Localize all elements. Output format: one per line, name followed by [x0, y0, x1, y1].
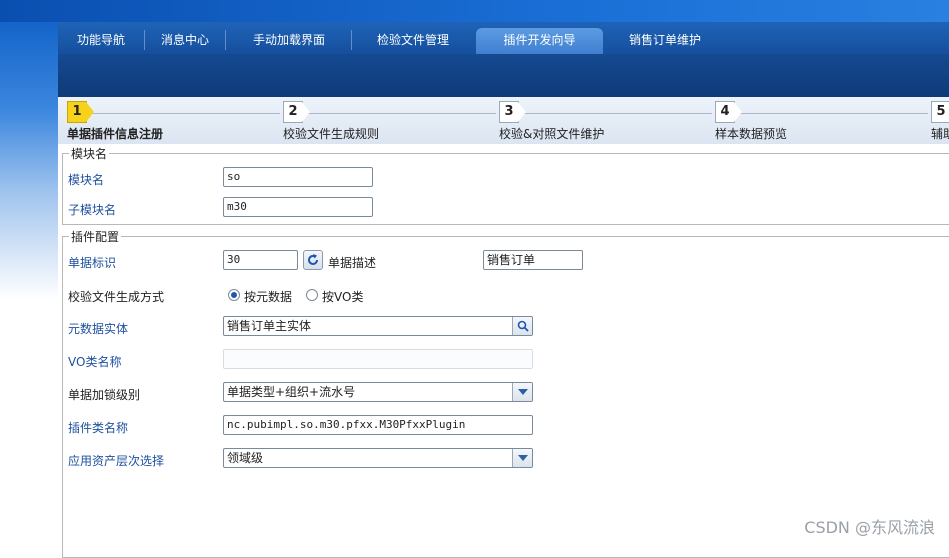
step-connector: [90, 113, 280, 114]
vo-class-input[interactable]: [223, 349, 533, 369]
bill-id-label: 单据标识: [68, 256, 117, 270]
module-group-legend: 模块名: [69, 145, 110, 162]
step-connector: [522, 113, 712, 114]
vo-class-label: VO类名称: [68, 355, 122, 369]
watermark: CSDN @东风流浪: [804, 518, 935, 537]
refresh-icon: [308, 254, 318, 265]
tab-message-center[interactable]: 消息中心: [150, 28, 220, 54]
step-arrow: [86, 102, 94, 122]
step-3-number[interactable]: 3: [499, 101, 519, 123]
step-arrow: [302, 102, 310, 122]
step-1-number[interactable]: 1: [67, 101, 87, 123]
metadata-entity-value: 销售订单主实体: [227, 319, 312, 333]
step-3-label[interactable]: 校验&对照文件维护: [499, 125, 604, 142]
step-5-label[interactable]: 辅助: [931, 125, 949, 142]
asset-level-dropdown-button[interactable]: [512, 449, 532, 467]
refresh-button[interactable]: [303, 250, 323, 270]
main-content: 模块名 模块名 so 子模块名 m30 插件配置 单据标识 30 单据描述 销售…: [58, 144, 949, 558]
metadata-search-button[interactable]: [512, 317, 532, 335]
tab-manual-load[interactable]: 手动加载界面: [234, 28, 344, 54]
step-arrow: [734, 102, 742, 122]
asset-level-select[interactable]: 领域级: [223, 448, 533, 468]
chevron-down-icon: [517, 389, 528, 395]
lock-level-select[interactable]: 单据类型+组织+流水号: [223, 382, 533, 402]
step-5-number[interactable]: 5: [931, 101, 949, 123]
bill-desc-label: 单据描述: [328, 256, 377, 270]
plugin-class-label: 插件类名称: [68, 421, 129, 435]
tab-bar: 功能导航 消息中心 手动加载界面 检验文件管理 插件开发向导 销售订单维护: [58, 22, 949, 54]
tab-separator: [351, 30, 352, 50]
tab-separator: [225, 30, 226, 50]
step-2-label[interactable]: 校验文件生成规则: [283, 125, 379, 142]
tab-sales-order-maintain[interactable]: 销售订单维护: [610, 28, 720, 54]
asset-level-label: 应用资产层次选择: [68, 454, 165, 468]
search-icon: [517, 320, 529, 332]
step-4-number[interactable]: 4: [715, 101, 735, 123]
radio-by-vo-class[interactable]: [306, 289, 318, 301]
submodule-name-label: 子模块名: [68, 203, 117, 217]
chevron-down-icon: [517, 455, 528, 461]
radio-by-metadata[interactable]: [228, 289, 240, 301]
module-name-label: 模块名: [68, 173, 105, 187]
radio-by-metadata-label[interactable]: 按元数据: [244, 288, 292, 305]
lock-level-value: 单据类型+组织+流水号: [227, 385, 356, 399]
lock-level-label: 单据加锁级别: [68, 388, 141, 402]
tab-check-file-management[interactable]: 检验文件管理: [358, 28, 468, 54]
step-connector: [306, 113, 496, 114]
module-name-input[interactable]: so: [223, 167, 373, 187]
asset-level-value: 领域级: [227, 451, 264, 465]
bill-id-input[interactable]: 30: [223, 250, 298, 270]
lock-level-dropdown-button[interactable]: [512, 383, 532, 401]
tab-separator: [144, 30, 145, 50]
step-4-label[interactable]: 样本数据预览: [715, 125, 787, 142]
metadata-entity-input[interactable]: 销售订单主实体: [223, 316, 533, 336]
toolbar-band: [58, 54, 949, 97]
top-banner: [0, 0, 949, 22]
radio-by-vo-class-label[interactable]: 按VO类: [322, 288, 363, 305]
bill-desc-input[interactable]: 销售订单: [483, 250, 583, 270]
tab-function-nav[interactable]: 功能导航: [66, 28, 136, 54]
plugin-class-input[interactable]: nc.pubimpl.so.m30.pfxx.M30PfxxPlugin: [223, 415, 533, 435]
step-2-number[interactable]: 2: [283, 101, 303, 123]
plugin-config-legend: 插件配置: [69, 228, 122, 245]
tab-plugin-wizard[interactable]: 插件开发向导: [476, 28, 603, 54]
step-connector: [738, 113, 928, 114]
metadata-entity-label: 元数据实体: [68, 322, 129, 336]
gen-mode-label: 校验文件生成方式: [68, 290, 165, 304]
step-arrow: [518, 102, 526, 122]
module-group: 模块名: [62, 145, 949, 225]
submodule-name-input[interactable]: m30: [223, 197, 373, 217]
step-1-label[interactable]: 单据插件信息注册: [67, 125, 163, 142]
left-background: [0, 0, 58, 546]
